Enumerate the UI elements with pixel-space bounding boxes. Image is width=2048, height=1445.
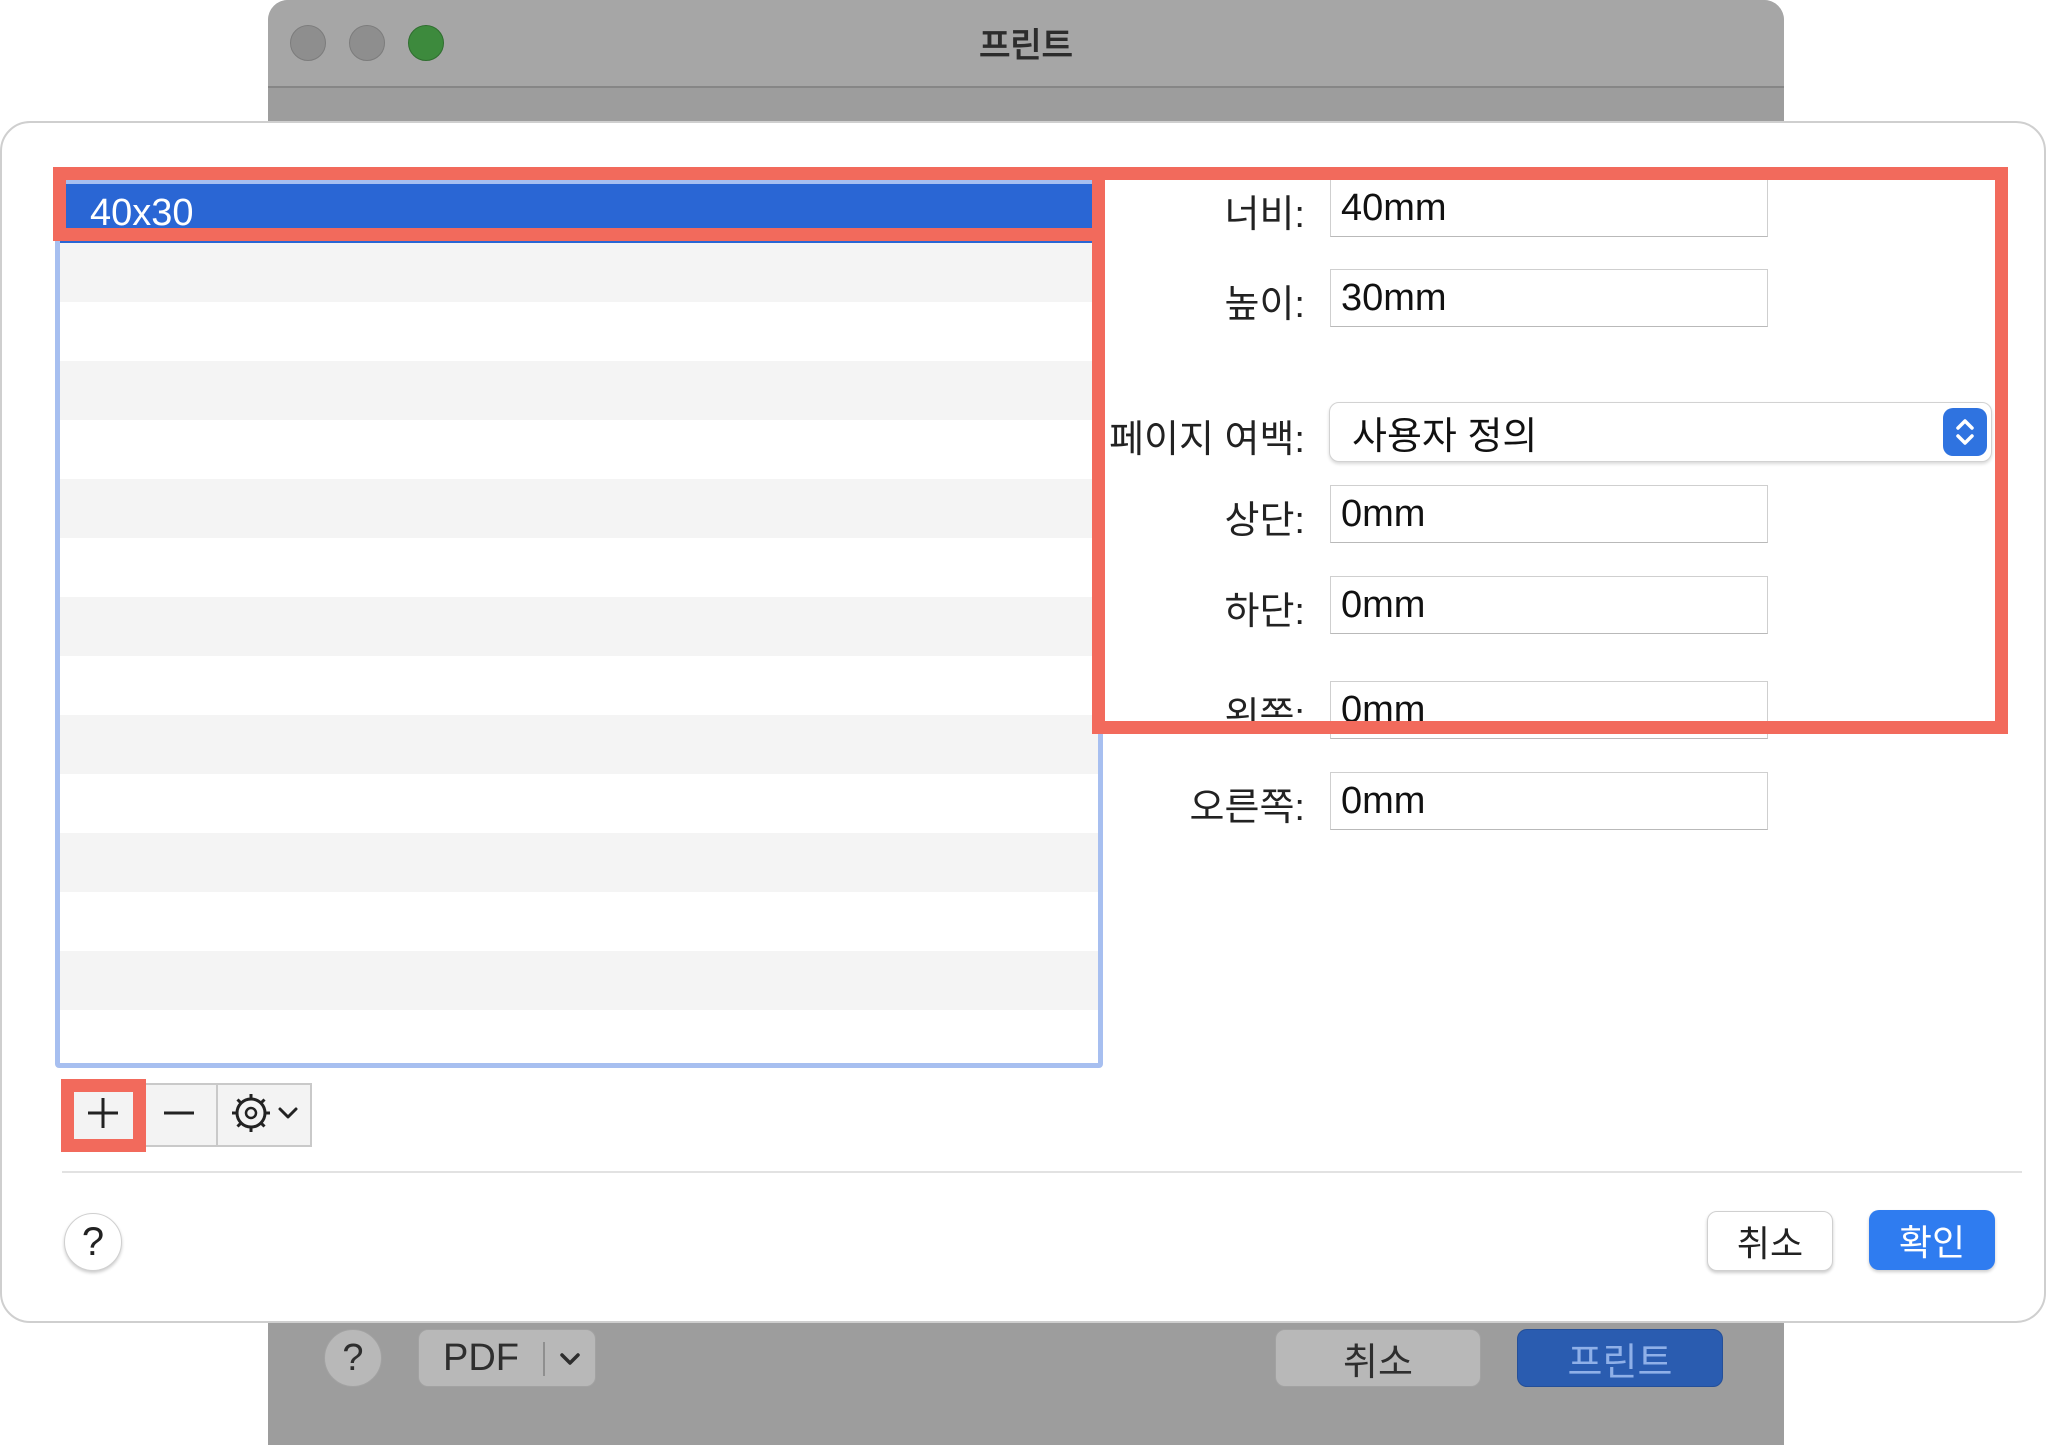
- width-field[interactable]: 40mm: [1330, 179, 1768, 237]
- up-down-chevron-icon: [1943, 408, 1987, 456]
- list-row-empty: [60, 715, 1098, 774]
- list-row-empty: [60, 302, 1098, 361]
- minus-icon: [159, 1093, 199, 1138]
- print-titlebar: 프린트: [268, 0, 1784, 88]
- list-row-empty: [60, 243, 1098, 302]
- help-button[interactable]: ?: [64, 1213, 122, 1271]
- bottom-margin-field[interactable]: 0mm: [1330, 576, 1768, 634]
- height-label: 높이:: [1224, 284, 1305, 326]
- print-window-title: 프린트: [979, 27, 1073, 65]
- print-help-button[interactable]: ?: [324, 1329, 382, 1387]
- paper-size-list[interactable]: 40x30: [55, 179, 1103, 1068]
- width-label: 너비:: [1224, 194, 1305, 236]
- height-field[interactable]: 30mm: [1330, 269, 1768, 327]
- list-row-empty: [60, 538, 1098, 597]
- paper-size-name: 40x30: [90, 192, 194, 234]
- top-margin-field[interactable]: 0mm: [1330, 485, 1768, 543]
- print-cancel-button[interactable]: 취소: [1275, 1329, 1481, 1387]
- height-value: 30mm: [1341, 276, 1447, 319]
- left-margin-value: 0mm: [1341, 688, 1426, 731]
- bottom-margin-label: 하단:: [1224, 591, 1305, 633]
- left-margin-field[interactable]: 0mm: [1330, 681, 1768, 739]
- print-button[interactable]: 프린트: [1517, 1329, 1723, 1387]
- right-margin-value: 0mm: [1341, 779, 1426, 822]
- top-margin-label: 상단:: [1224, 500, 1305, 542]
- chevron-down-icon: [557, 1342, 583, 1386]
- left-margin-label: 왼쪽:: [1224, 696, 1305, 738]
- cancel-button[interactable]: 취소: [1707, 1211, 1833, 1271]
- pdf-menu-button[interactable]: PDF: [418, 1329, 596, 1387]
- list-row-empty: [60, 656, 1098, 715]
- list-row-empty: [60, 1010, 1098, 1063]
- right-margin-field[interactable]: 0mm: [1330, 772, 1768, 830]
- page-margin-select[interactable]: 사용자 정의: [1329, 402, 1992, 462]
- pdf-label: PDF: [443, 1336, 519, 1379]
- remove-paper-size-button[interactable]: [140, 1083, 218, 1147]
- list-row-empty: [60, 951, 1098, 1010]
- chevron-down-icon: [276, 1101, 300, 1130]
- gear-icon: [228, 1090, 274, 1141]
- width-value: 40mm: [1341, 186, 1447, 229]
- footer-divider: [62, 1171, 2022, 1173]
- plus-icon: [83, 1093, 123, 1138]
- right-margin-label: 오른쪽:: [1189, 787, 1305, 829]
- top-margin-value: 0mm: [1341, 492, 1426, 535]
- paper-size-list-item-selected[interactable]: 40x30: [60, 184, 1098, 243]
- list-row-empty: [60, 597, 1098, 656]
- list-row-empty: [60, 833, 1098, 892]
- custom-paper-size-sheet: 40x30 너비: 높이: 페이지 여백: 상단: 하단: 왼쪽: 오른쪽: 4…: [0, 121, 2046, 1323]
- paper-size-actions-button[interactable]: [216, 1083, 312, 1147]
- list-row-empty: [60, 892, 1098, 951]
- add-paper-size-button[interactable]: [64, 1083, 142, 1147]
- ok-button[interactable]: 확인: [1869, 1210, 1995, 1270]
- page-margin-label: 페이지 여백:: [1109, 419, 1305, 461]
- bottom-margin-value: 0mm: [1341, 583, 1426, 626]
- list-row-empty: [60, 420, 1098, 479]
- list-row-empty: [60, 361, 1098, 420]
- pdf-divider: [543, 1342, 545, 1376]
- list-row-empty: [60, 479, 1098, 538]
- page-margin-value: 사용자 정의: [1352, 415, 1538, 458]
- list-row-empty: [60, 774, 1098, 833]
